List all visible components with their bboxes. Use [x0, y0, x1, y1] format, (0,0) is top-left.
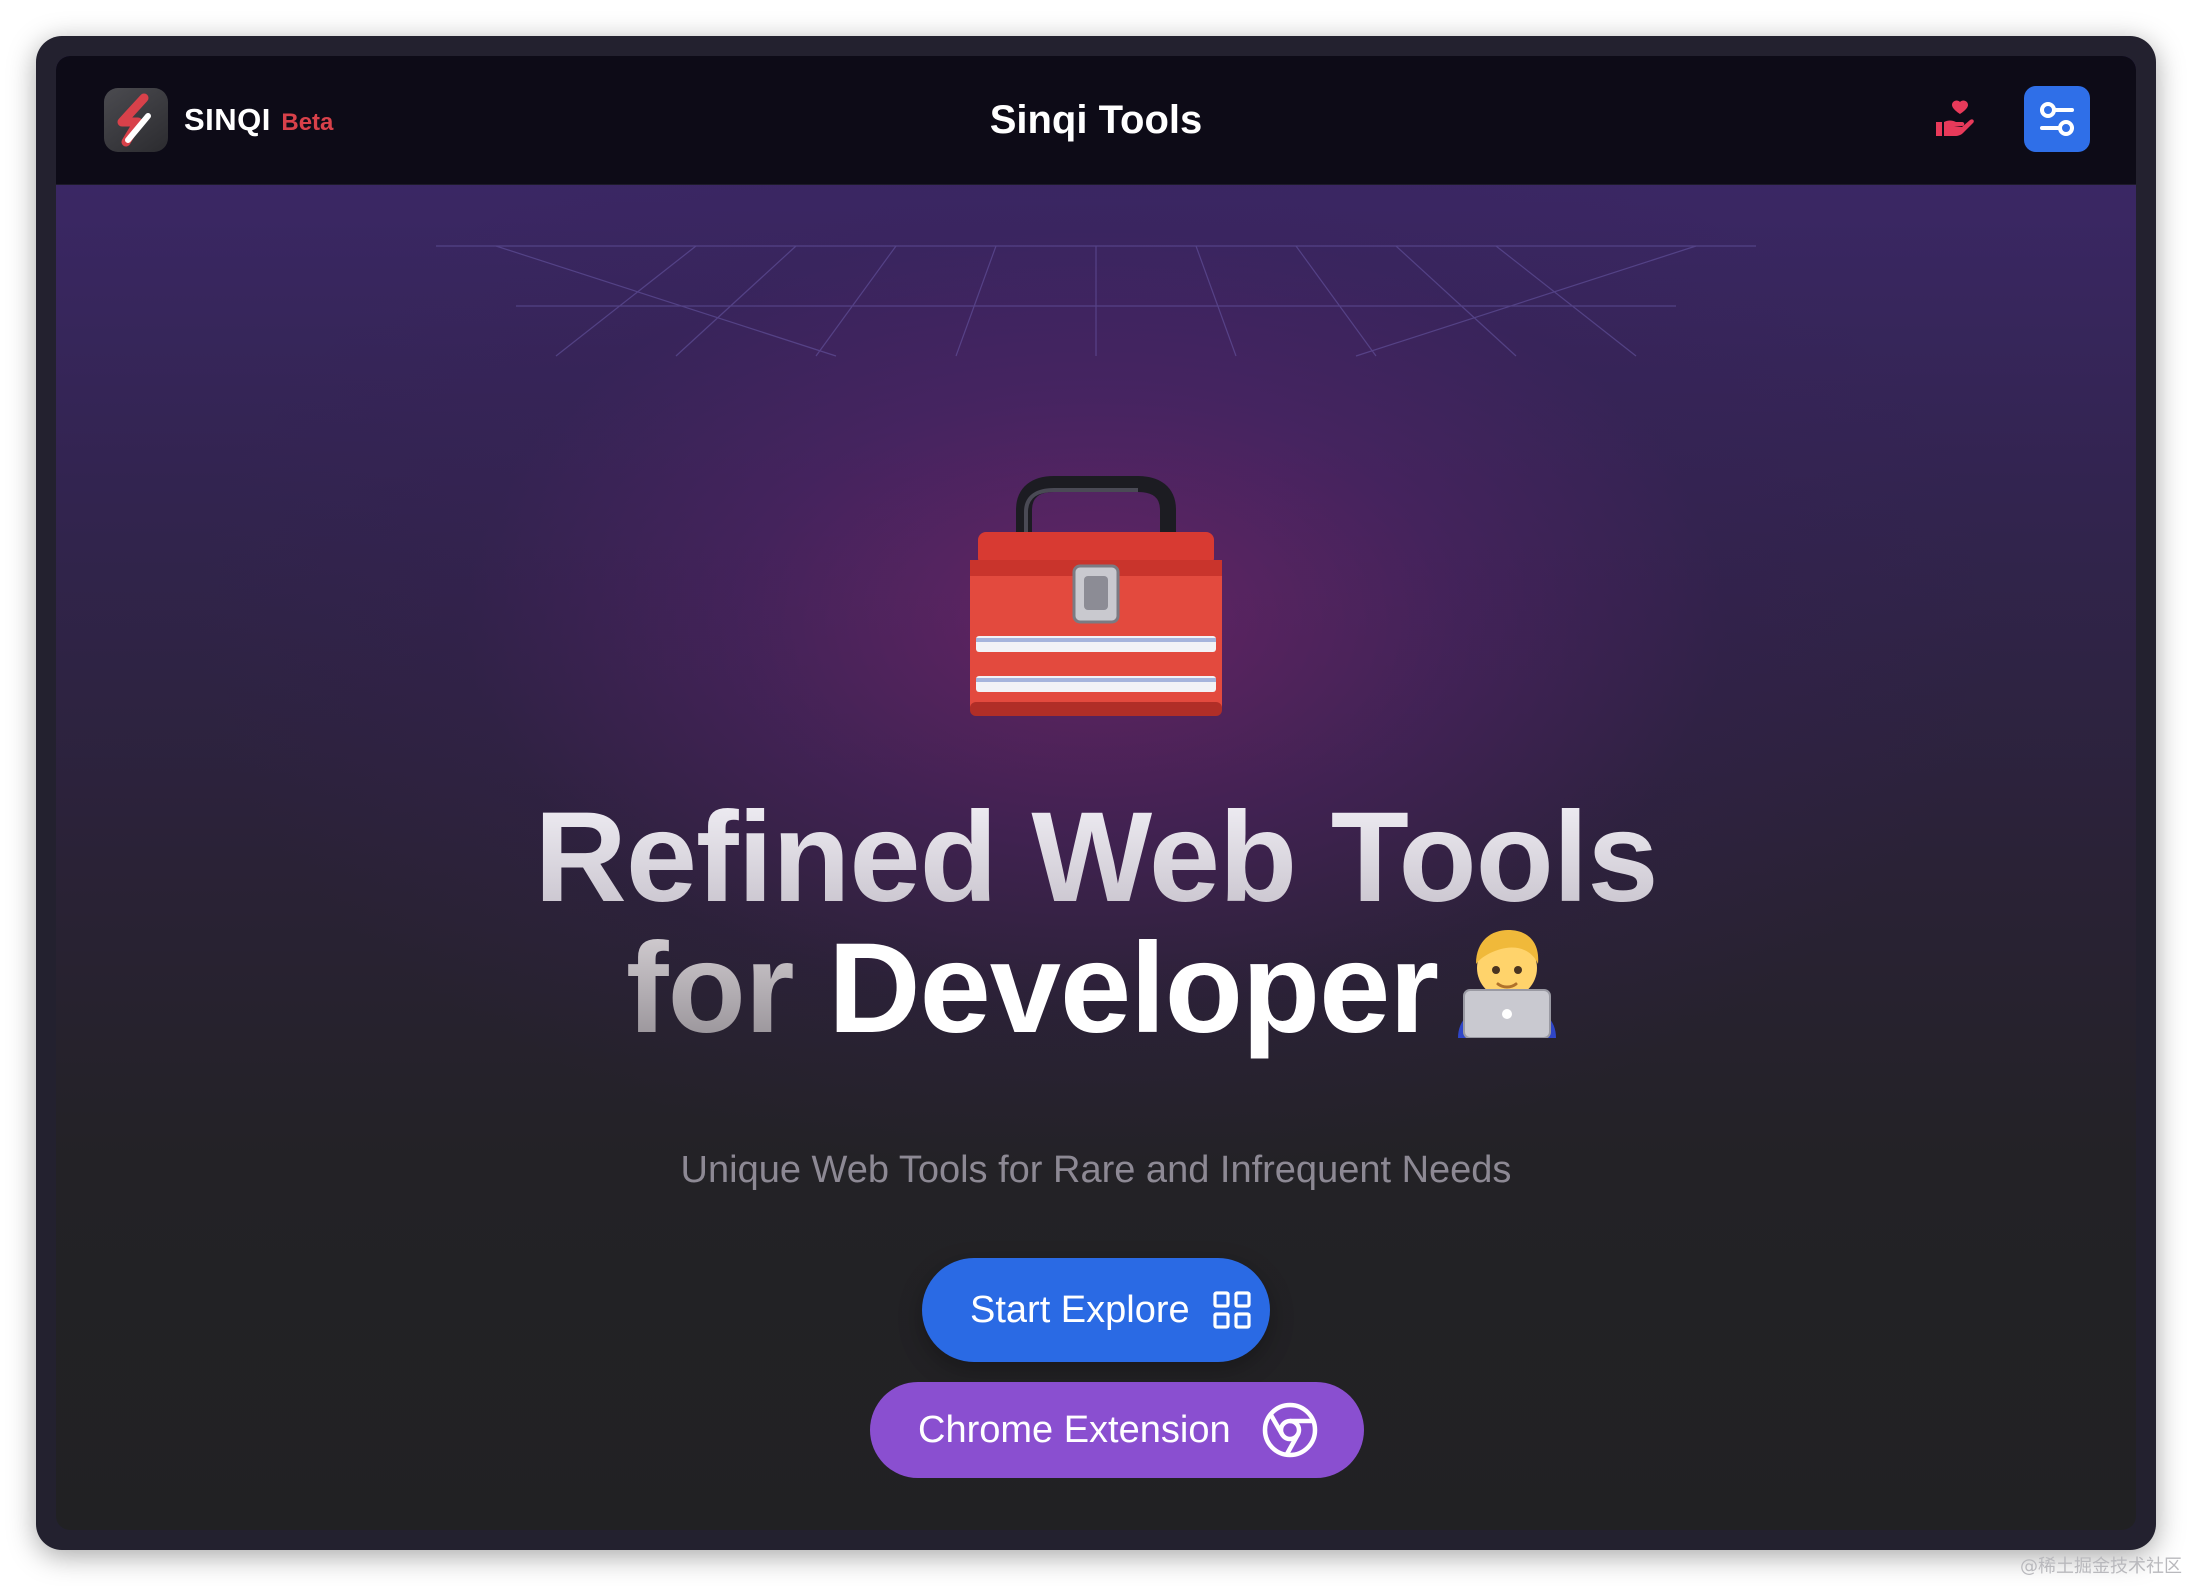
hero-headline: Refined Web Tools for Developer — [56, 794, 2136, 1053]
grid-icon — [1213, 1291, 1251, 1329]
hand-heart-icon[interactable] — [1930, 96, 1978, 144]
headline-line-1: Refined Web Tools — [56, 794, 2136, 922]
background-grid — [436, 245, 1756, 357]
watermark: @稀土掘金技术社区 — [2020, 1556, 2182, 1577]
settings-button[interactable] — [2024, 86, 2090, 152]
app-page: SINQI Beta Sinqi Tools Refined Web Tools… — [56, 56, 2136, 1530]
headline-line-2: for Developer — [626, 920, 1566, 1053]
sliders-icon — [2040, 102, 2074, 136]
hero-subtitle: Unique Web Tools for Rare and Infrequent… — [680, 1149, 1512, 1191]
browser-window: SINQI Beta Sinqi Tools Refined Web Tools… — [36, 36, 2156, 1550]
top-header: SINQI Beta Sinqi Tools — [56, 56, 2136, 185]
page-title: Sinqi Tools — [989, 98, 1203, 142]
technologist-emoji-icon — [1448, 920, 1566, 1039]
chrome-extension-label: Chrome Extension — [918, 1409, 1231, 1451]
headline-developer: Developer — [828, 917, 1439, 1060]
headline-for: for — [625, 917, 795, 1060]
toolbox-emoji-icon — [962, 466, 1230, 726]
chrome-extension-button[interactable]: Chrome Extension — [870, 1382, 1364, 1478]
chrome-icon — [1262, 1402, 1318, 1458]
start-explore-label: Start Explore — [970, 1289, 1190, 1331]
start-explore-button[interactable]: Start Explore — [922, 1258, 1270, 1362]
